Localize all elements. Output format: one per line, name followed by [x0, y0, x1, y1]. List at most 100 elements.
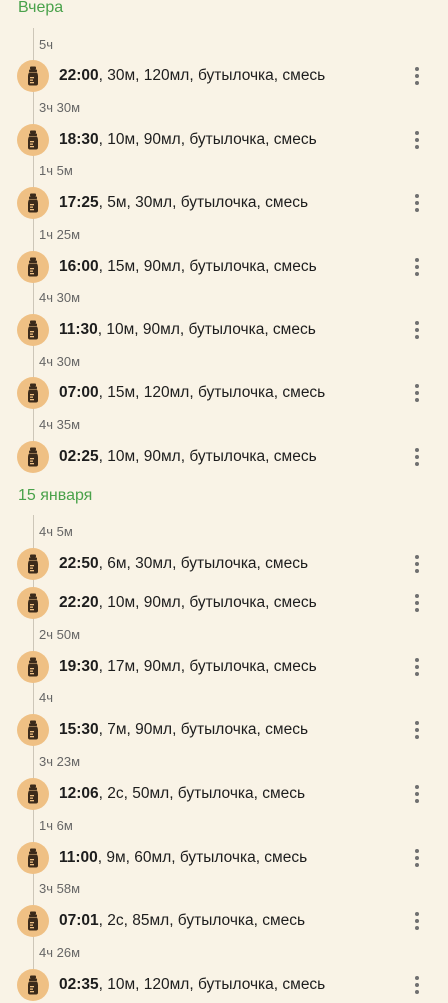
- more-vertical-icon[interactable]: [404, 716, 430, 744]
- menu-dot: [415, 265, 419, 269]
- menu-dot: [415, 912, 419, 916]
- menu-dot: [415, 926, 419, 930]
- entry-time: 18:30: [59, 131, 99, 148]
- more-vertical-icon[interactable]: [404, 589, 430, 617]
- menu-dot: [415, 455, 419, 459]
- menu-dot: [415, 799, 419, 803]
- feeding-entry[interactable]: 16:00, 15м, 90мл, бутылочка, смесь: [0, 249, 448, 285]
- interval-label: 4ч 5м: [39, 524, 73, 539]
- interval-label: 1ч 6м: [39, 818, 73, 833]
- entry-time: 16:00: [59, 258, 99, 275]
- menu-dot: [415, 562, 419, 566]
- entry-time: 12:06: [59, 785, 99, 802]
- entry-time: 07:00: [59, 384, 99, 401]
- entry-text: 22:00, 30м, 120мл, бутылочка, смесь: [59, 66, 325, 86]
- menu-dot: [415, 569, 419, 573]
- feeding-entry[interactable]: 02:35, 10м, 120мл, бутылочка, смесь: [0, 967, 448, 1003]
- more-vertical-icon[interactable]: [404, 653, 430, 681]
- menu-dot: [415, 601, 419, 605]
- entry-time: 19:30: [59, 658, 99, 675]
- menu-dot: [415, 976, 419, 980]
- more-vertical-icon[interactable]: [404, 550, 430, 578]
- menu-dot: [415, 448, 419, 452]
- entry-time: 22:20: [59, 594, 99, 611]
- entry-details: , 17м, 90мл, бутылочка, смесь: [98, 658, 317, 675]
- interval-label: 1ч 5м: [39, 163, 73, 178]
- baby-bottle-icon: [17, 714, 49, 746]
- feeding-entry[interactable]: 22:20, 10м, 90мл, бутылочка, смесь: [0, 585, 448, 621]
- interval-label: 4ч 30м: [39, 354, 81, 369]
- entry-text: 18:30, 10м, 90мл, бутылочка, смесь: [59, 130, 317, 150]
- feeding-entry[interactable]: 17:25, 5м, 30мл, бутылочка, смесь: [0, 185, 448, 221]
- more-vertical-icon[interactable]: [404, 907, 430, 935]
- date-header: Вчера: [18, 0, 64, 16]
- menu-dot: [415, 728, 419, 732]
- entry-text: 22:50, 6м, 30мл, бутылочка, смесь: [59, 554, 308, 574]
- menu-dot: [415, 792, 419, 796]
- entry-time: 02:25: [59, 448, 99, 465]
- menu-dot: [415, 856, 419, 860]
- baby-bottle-icon: [17, 251, 49, 283]
- interval-label: 3ч 58м: [39, 881, 81, 896]
- entry-details: , 10м, 90мл, бутылочка, смесь: [97, 321, 316, 338]
- menu-dot: [415, 131, 419, 135]
- entry-details: , 7м, 90мл, бутылочка, смесь: [98, 721, 309, 738]
- entry-time: 22:00: [59, 67, 99, 84]
- feeding-entry[interactable]: 19:30, 17м, 90мл, бутылочка, смесь: [0, 649, 448, 685]
- baby-bottle-icon: [17, 187, 49, 219]
- baby-bottle-icon: [17, 905, 49, 937]
- more-vertical-icon[interactable]: [404, 316, 430, 344]
- more-vertical-icon[interactable]: [404, 780, 430, 808]
- entry-time: 15:30: [59, 721, 99, 738]
- feeding-entry[interactable]: 07:00, 15м, 120мл, бутылочка, смесь: [0, 375, 448, 411]
- menu-dot: [415, 384, 419, 388]
- interval-label: 4ч 26м: [39, 945, 81, 960]
- baby-bottle-icon: [17, 778, 49, 810]
- baby-bottle-icon: [17, 651, 49, 683]
- menu-dot: [415, 849, 419, 853]
- menu-dot: [415, 81, 419, 85]
- feeding-entry[interactable]: 15:30, 7м, 90мл, бутылочка, смесь: [0, 712, 448, 748]
- entry-text: 07:00, 15м, 120мл, бутылочка, смесь: [59, 383, 325, 403]
- menu-dot: [415, 74, 419, 78]
- more-vertical-icon[interactable]: [404, 971, 430, 999]
- menu-dot: [415, 721, 419, 725]
- baby-bottle-icon: [17, 60, 49, 92]
- entry-text: 02:35, 10м, 120мл, бутылочка, смесь: [59, 975, 325, 995]
- feeding-entry[interactable]: 12:06, 2с, 50мл, бутылочка, смесь: [0, 776, 448, 812]
- feeding-entry[interactable]: 07:01, 2с, 85мл, бутылочка, смесь: [0, 903, 448, 939]
- feeding-entry[interactable]: 11:30, 10м, 90мл, бутылочка, смесь: [0, 312, 448, 348]
- baby-bottle-icon: [17, 124, 49, 156]
- more-vertical-icon[interactable]: [404, 62, 430, 90]
- entry-details: , 2с, 85мл, бутылочка, смесь: [98, 912, 306, 929]
- entry-details: , 6м, 30мл, бутылочка, смесь: [98, 555, 309, 572]
- more-vertical-icon[interactable]: [404, 844, 430, 872]
- more-vertical-icon[interactable]: [404, 379, 430, 407]
- interval-label: 3ч 30м: [39, 100, 81, 115]
- feeding-entry[interactable]: 22:50, 6м, 30мл, бутылочка, смесь: [0, 546, 448, 582]
- menu-dot: [415, 990, 419, 994]
- feeding-entry[interactable]: 11:00, 9м, 60мл, бутылочка, смесь: [0, 840, 448, 876]
- entry-text: 07:01, 2с, 85мл, бутылочка, смесь: [59, 911, 305, 931]
- baby-bottle-icon: [17, 314, 49, 346]
- feeding-entry[interactable]: 18:30, 10м, 90мл, бутылочка, смесь: [0, 122, 448, 158]
- feeding-entry[interactable]: 22:00, 30м, 120мл, бутылочка, смесь: [0, 58, 448, 94]
- date-header: 15 января: [18, 487, 93, 504]
- more-vertical-icon[interactable]: [404, 126, 430, 154]
- baby-bottle-icon: [17, 548, 49, 580]
- menu-dot: [415, 138, 419, 142]
- entry-time: 11:30: [59, 321, 98, 338]
- interval-label: 3ч 23м: [39, 754, 81, 769]
- more-vertical-icon[interactable]: [404, 189, 430, 217]
- feeding-entry[interactable]: 02:25, 10м, 90мл, бутылочка, смесь: [0, 439, 448, 475]
- interval-label: 4ч 35м: [39, 417, 81, 432]
- entry-text: 17:25, 5м, 30мл, бутылочка, смесь: [59, 193, 308, 213]
- more-vertical-icon[interactable]: [404, 253, 430, 281]
- more-vertical-icon[interactable]: [404, 443, 430, 471]
- menu-dot: [415, 321, 419, 325]
- menu-dot: [415, 608, 419, 612]
- menu-dot: [415, 983, 419, 987]
- entry-time: 07:01: [59, 912, 99, 929]
- baby-bottle-icon: [17, 969, 49, 1001]
- baby-bottle-icon: [17, 842, 49, 874]
